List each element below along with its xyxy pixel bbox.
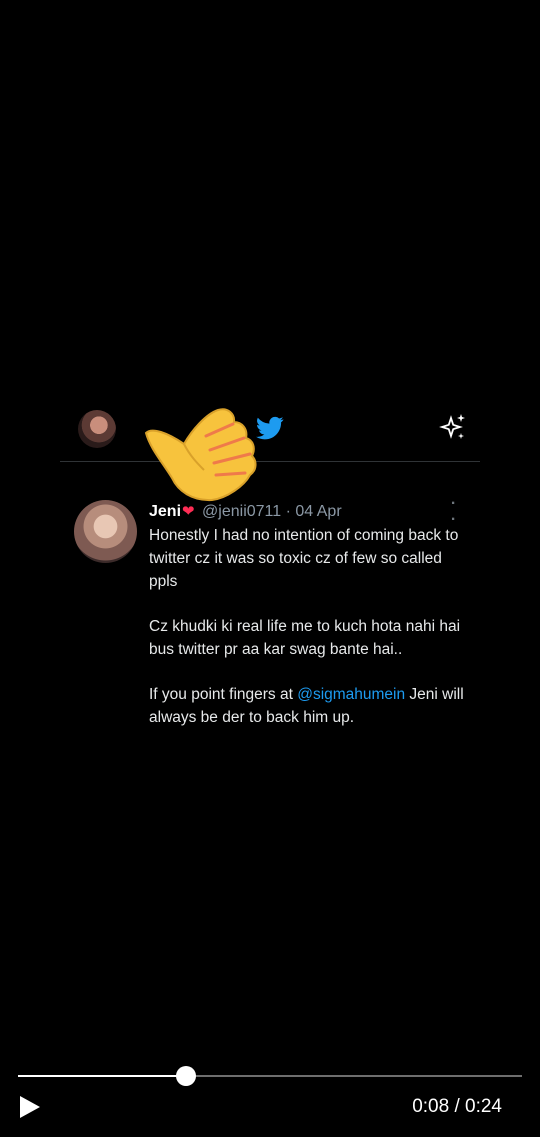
tweet-date[interactable]: 04 Apr [295,503,341,520]
tweet-author-handle[interactable]: @jenii0711 [202,503,281,520]
meta-separator: · [285,503,291,520]
tweet-paragraph: If you point fingers at @sigmahumein Jen… [149,683,469,729]
profile-avatar [78,410,116,448]
heart-icon: ❤ [182,503,195,520]
tweet-author-name[interactable]: Jeni [149,503,181,520]
twitter-header [60,400,480,462]
tweet-card[interactable]: Jeni❤ @jenii0711 · 04 Apr · · Honestly I … [60,488,480,768]
time-separator: / [449,1096,466,1117]
tweet-author-avatar[interactable] [74,500,137,563]
tweet-text-segment: If you point fingers at [149,686,298,703]
progress-track[interactable] [18,1066,522,1086]
mention-link[interactable]: @sigmahumein [297,686,405,703]
duration: 0:24 [465,1096,502,1117]
progress-fill [18,1075,186,1077]
time-display: 0:08 / 0:24 [412,1096,502,1118]
tweet-paragraph: Honestly I had no intention of coming ba… [149,527,459,590]
tweet-meta: Jeni❤ @jenii0711 · 04 Apr [149,502,469,521]
video-frame[interactable]: Jeni❤ @jenii0711 · 04 Apr · · Honestly I … [0,0,540,1050]
play-icon[interactable] [14,1092,44,1122]
tweet-text: Honestly I had no intention of coming ba… [149,524,469,751]
header-divider [60,461,480,462]
progress-thumb[interactable] [175,1066,196,1086]
tweet-paragraph: Cz khudki ki real life me to kuch hota n… [149,618,461,658]
current-time: 0:08 [412,1096,450,1117]
sparkle-icon[interactable] [437,412,467,442]
video-controls: 0:08 / 0:24 [0,1050,540,1137]
